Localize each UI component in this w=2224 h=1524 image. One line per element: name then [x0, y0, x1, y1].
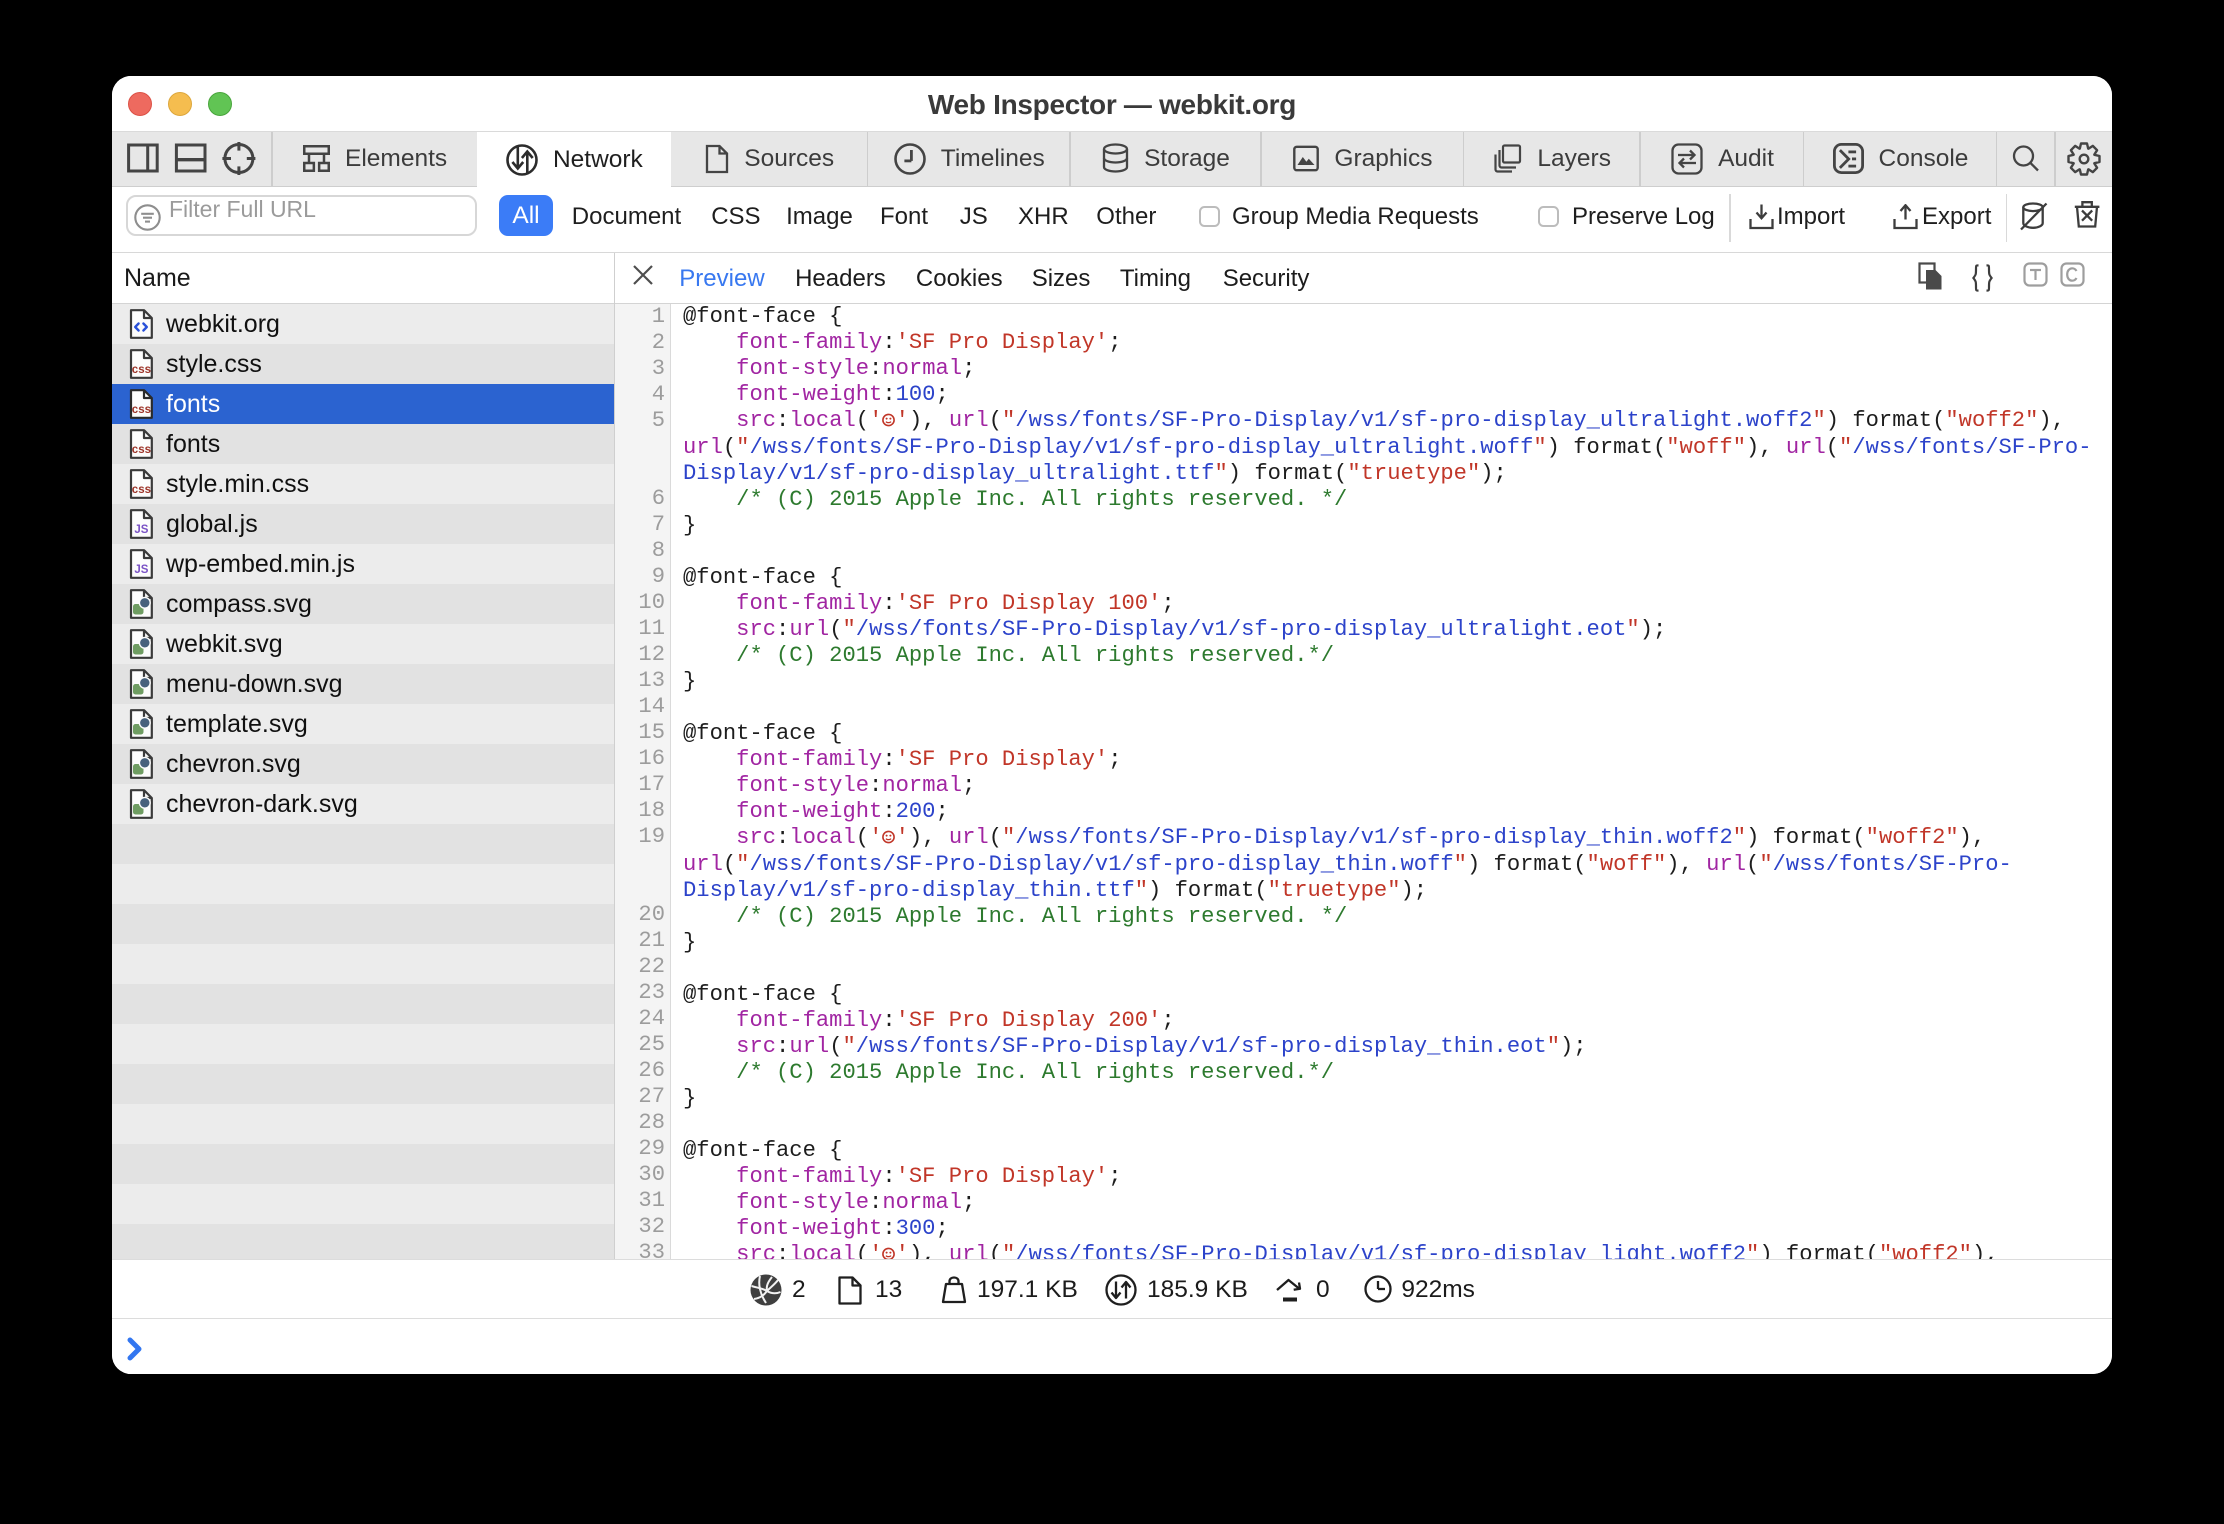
svg-text:css: css	[132, 444, 151, 456]
svg-text:JS: JS	[134, 564, 148, 576]
svg-text:css: css	[132, 364, 151, 376]
svg-text:JS: JS	[134, 524, 148, 536]
svg-text:css: css	[132, 484, 151, 496]
svg-text:css: css	[132, 404, 151, 416]
